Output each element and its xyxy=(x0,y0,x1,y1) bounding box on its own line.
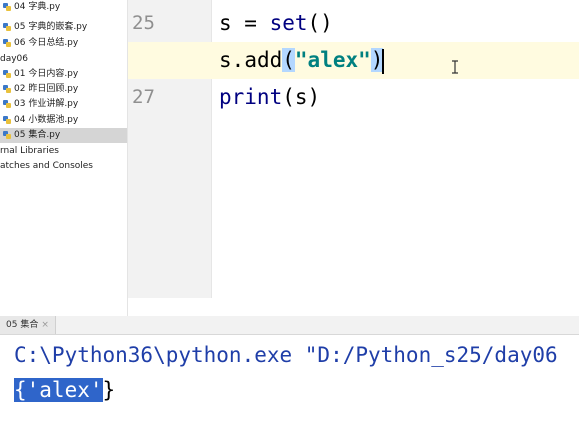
python-file-icon xyxy=(3,131,12,140)
editor-bottom-area xyxy=(128,298,579,316)
run-tab-bar: 05 集合 × xyxy=(0,316,579,335)
matched-brace-open: ( xyxy=(282,48,295,72)
ibeam-cursor-icon xyxy=(452,60,458,74)
tree-node-label: atches and Consoles xyxy=(0,161,93,171)
code-token-parens: () xyxy=(307,11,333,35)
code-token-method: add xyxy=(244,48,283,72)
console-command-line: C:\Python36\python.exe "D:/Python_s25/da… xyxy=(14,343,558,367)
tree-item-label: 06 今日总结.py xyxy=(14,38,79,48)
code-token-paren: ( xyxy=(282,85,295,109)
code-token-var: s xyxy=(294,85,308,109)
console-output-line: {'alex'} xyxy=(14,373,115,407)
code-line-26[interactable]: s.add("alex") xyxy=(219,42,385,79)
code-token-op: = xyxy=(231,11,270,35)
code-token-var: s xyxy=(219,11,232,35)
tree-node-label: rnal Libraries xyxy=(0,146,59,156)
console-selected-output: {'alex' xyxy=(14,378,103,402)
code-token-var: s xyxy=(219,48,232,72)
python-file-icon xyxy=(3,116,12,125)
tree-item[interactable]: 01 今日内容.py xyxy=(0,67,127,82)
code-line-27[interactable]: print(s) xyxy=(219,79,320,116)
run-tab[interactable]: 05 集合 × xyxy=(0,316,56,334)
python-file-icon xyxy=(3,85,12,94)
close-icon[interactable]: × xyxy=(41,320,49,330)
tree-item[interactable]: 06 今日总结.py xyxy=(0,36,127,51)
tree-node-external-libraries[interactable]: rnal Libraries xyxy=(0,144,127,159)
tree-item[interactable]: 02 昨日回顾.py xyxy=(0,82,127,97)
tree-folder-label: day06 xyxy=(0,54,29,64)
code-token-builtin: print xyxy=(219,85,283,109)
python-file-icon xyxy=(3,3,12,12)
tree-node-scratches[interactable]: atches and Consoles xyxy=(0,159,127,174)
tree-item-label: 05 字典的嵌套.py xyxy=(14,22,88,32)
tree-item-label: 01 今日内容.py xyxy=(14,69,79,79)
python-file-icon xyxy=(3,100,12,109)
code-line-25[interactable]: s = set() xyxy=(219,5,333,42)
python-file-icon xyxy=(3,70,12,79)
code-token-string: "alex" xyxy=(294,48,371,72)
code-token-paren: ) xyxy=(307,85,321,109)
line-number: 25 xyxy=(132,12,155,34)
python-file-icon xyxy=(3,23,12,32)
tree-item-label: 04 小数据池.py xyxy=(14,115,79,125)
python-file-icon xyxy=(3,39,12,48)
tree-item[interactable]: 03 作业讲解.py xyxy=(0,97,127,112)
tree-item-selected[interactable]: 05 集合.py xyxy=(0,128,127,143)
tree-folder[interactable]: day06 xyxy=(0,52,127,67)
tree-item-label: 05 集合.py xyxy=(14,130,61,140)
text-caret xyxy=(382,48,385,74)
tree-item-label: 02 昨日回顾.py xyxy=(14,84,79,94)
tree-item[interactable]: 05 字典的嵌套.py xyxy=(0,20,127,35)
tree-item-label: 03 作业讲解.py xyxy=(14,99,79,109)
console-output-rest: } xyxy=(102,378,116,402)
tree-item[interactable]: 04 字典.py xyxy=(0,0,127,15)
line-number: 27 xyxy=(132,86,155,108)
code-token-builtin: set xyxy=(269,11,308,35)
run-console[interactable]: C:\Python36\python.exe "D:/Python_s25/da… xyxy=(0,335,579,438)
tree-item-label: 04 字典.py xyxy=(14,2,61,12)
tree-item[interactable]: 04 小数据池.py xyxy=(0,113,127,128)
run-tab-label: 05 集合 xyxy=(6,320,39,330)
code-token-dot: . xyxy=(231,48,245,72)
project-tree: 04 字典.py 05 字典的嵌套.py 06 今日总结.py day06 01… xyxy=(0,0,128,316)
